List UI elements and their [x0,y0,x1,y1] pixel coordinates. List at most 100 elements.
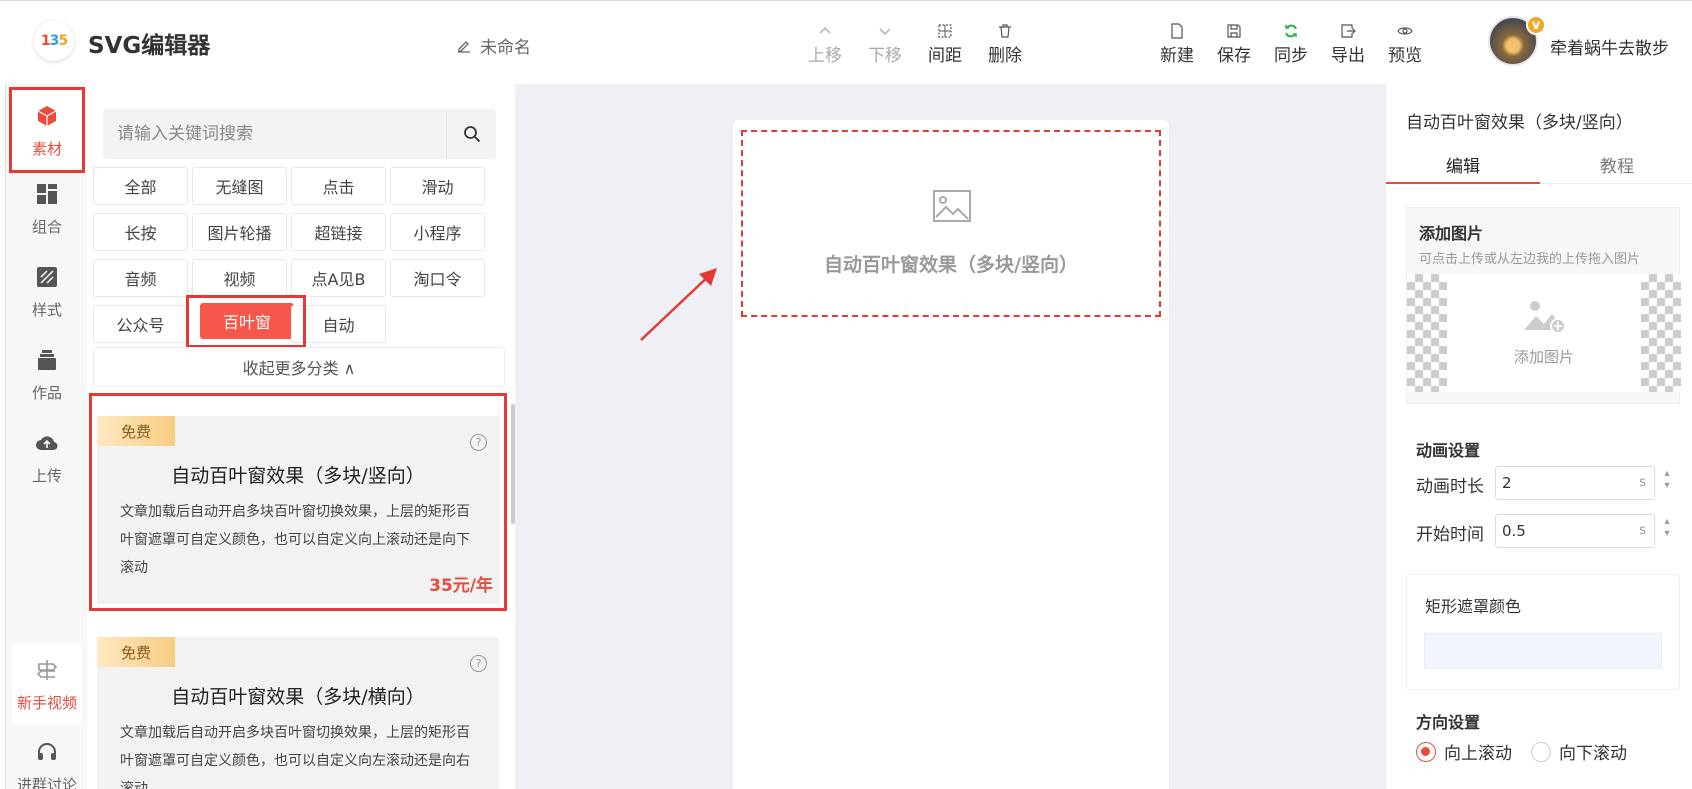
doc-name-label: 未命名 [480,38,531,58]
rail-item-combos[interactable]: 组合 [12,168,82,248]
sync-label: 同步 [1274,46,1308,66]
export-icon [1341,24,1356,38]
search-input[interactable] [103,109,443,159]
category-official-account[interactable]: 公众号 [93,305,188,343]
animation-settings-heading: 动画设置 [1416,441,1481,460]
vip-badge: v [1526,15,1546,35]
rail-label-tutorial-video: 新手视频 [16,694,77,712]
move-up-button[interactable]: 上移 [800,23,850,66]
app-title: SVG编辑器 [88,33,211,59]
rail-label-upload: 上传 [31,467,62,485]
svg-component-placeholder[interactable]: 自动百叶窗效果（多块/竖向） [741,130,1161,317]
collapse-categories-button[interactable]: 收起更多分类 ∧ [93,347,505,387]
radio-scroll-down[interactable]: 向下滚动 [1531,739,1627,764]
card-highlight-annotation [89,393,507,611]
duration-label: 动画时长 [1416,477,1484,497]
chevron-down-icon [879,28,891,35]
search-bar [103,109,496,159]
radio-scroll-down-dot[interactable] [1531,741,1551,762]
start-time-field[interactable]: s [1495,514,1655,548]
panel-title: 自动百叶窗效果（多块/竖向） [1406,113,1633,133]
add-image-heading: 添加图片 [1419,224,1484,243]
rail-item-upload[interactable]: 上传 [12,417,82,497]
tab-edit[interactable]: 编辑 [1386,152,1540,184]
help-icon[interactable]: ? [470,655,487,672]
category-mini-program[interactable]: 小程序 [390,213,485,251]
panel-tabs: 编辑 教程 [1386,152,1692,184]
add-image-dropzone[interactable]: 添加图片 [1407,274,1681,392]
rail-label-combos: 组合 [31,218,62,236]
category-hyperlink[interactable]: 超链接 [291,213,386,251]
save-label: 保存 [1217,46,1251,66]
duration-input[interactable] [1496,467,1626,499]
app-logo[interactable]: 135 [34,21,74,61]
duration-stepper[interactable]: ▴ ▾ [1661,468,1673,492]
transparency-grid-right [1641,274,1681,392]
sync-button[interactable]: 同步 [1266,23,1316,66]
mask-color-swatch[interactable] [1424,633,1662,669]
radio-scroll-up[interactable]: 向上滚动 [1416,739,1512,764]
mask-color-section: 矩形遮罩颜色 [1406,574,1680,690]
editor-canvas: 自动百叶窗效果（多块/竖向） [515,84,1385,789]
rail-item-tutorial-video[interactable]: 新手视频 [12,644,82,724]
move-up-label: 上移 [808,46,842,66]
cloud-upload-icon [36,436,58,451]
category-video[interactable]: 视频 [192,259,287,297]
rail-item-styles[interactable]: 样式 [12,251,82,331]
placeholder-title: 自动百叶窗效果（多块/竖向） [824,254,1078,276]
move-down-label: 下移 [868,46,902,66]
tab-tutorial[interactable]: 教程 [1540,152,1692,184]
material-card[interactable]: 免费 ? 自动百叶窗效果（多块/横向） 文章加载后自动开启多块百叶窗切换效果，上… [97,637,499,789]
material-sidebar: 全部 无缝图 点击 滑动 长按 图片轮播 超链接 小程序 音频 视频 点A见B … [87,84,515,789]
category-audio[interactable]: 音频 [93,259,188,297]
new-button[interactable]: 新建 [1152,23,1202,66]
rail-item-materials[interactable]: 素材 [9,87,85,173]
category-carousel[interactable]: 图片轮播 [192,213,287,251]
save-button[interactable]: 保存 [1209,23,1259,66]
rail-item-works[interactable]: 作品 [12,334,82,414]
radio-scroll-up-dot[interactable] [1416,741,1436,762]
username[interactable]: 牵着蜗牛去散步 [1550,34,1669,59]
move-down-button[interactable]: 下移 [860,23,910,66]
category-taobao-code[interactable]: 淘口令 [390,259,485,297]
radio-scroll-down-label: 向下滚动 [1559,744,1627,764]
rail-label-materials: 素材 [31,140,62,158]
file-icon [1171,23,1183,39]
start-time-input[interactable] [1496,515,1626,547]
search-button[interactable] [446,109,496,159]
category-long-press[interactable]: 长按 [93,213,188,251]
sync-icon [1285,24,1297,38]
rail-item-join-group[interactable]: 进群讨论 [12,726,82,789]
properties-panel: 自动百叶窗效果（多块/竖向） 编辑 教程 添加图片 可点击上传或从左边我的上传拖… [1385,84,1692,789]
logo-glyph-1: 1 [40,33,51,49]
preview-label: 预览 [1388,46,1422,66]
signpost-icon [36,660,58,680]
duration-unit: s [1639,475,1646,490]
spacing-icon [938,24,952,38]
spacing-label: 间距 [928,46,962,66]
delete-label: 删除 [988,46,1022,66]
card-description: 文章加载后自动开启多块百叶窗切换效果，上层的矩形百叶窗遮罩可自定义颜色，也可以自… [120,725,470,789]
spacing-button[interactable]: 间距 [920,23,970,66]
category-seamless[interactable]: 无缝图 [192,167,287,205]
style-icon [37,267,57,287]
export-button[interactable]: 导出 [1323,23,1373,66]
article-page[interactable]: 自动百叶窗效果（多块/竖向） [733,120,1169,789]
grid-icon [37,184,57,204]
rail-label-styles: 样式 [31,301,62,319]
category-all[interactable]: 全部 [93,167,188,205]
category-swipe[interactable]: 滑动 [390,167,485,205]
start-time-stepper[interactable]: ▴ ▾ [1661,516,1673,540]
cube-icon [37,106,57,126]
category-highlight-annotation [186,295,306,348]
pencil-icon [458,40,470,53]
category-click-a-see-b[interactable]: 点A见B [291,259,386,297]
category-click[interactable]: 点击 [291,167,386,205]
doc-name[interactable]: 未命名 [456,33,531,58]
headset-icon [38,743,56,760]
card-title: 自动百叶窗效果（多块/横向） [171,686,425,708]
delete-button[interactable]: 删除 [980,23,1030,66]
duration-field[interactable]: s [1495,466,1655,500]
preview-button[interactable]: 预览 [1380,23,1430,66]
left-rail: 素材 组合 样式 作品 上传 新手视频 进群讨论 [5,84,87,789]
